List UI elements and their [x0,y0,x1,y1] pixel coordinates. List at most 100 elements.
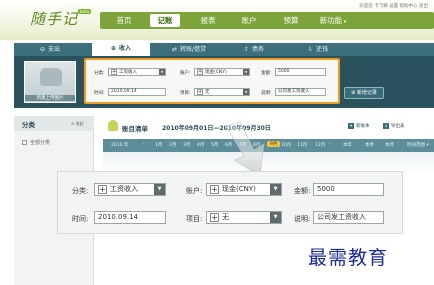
money-bag-icon [108,120,118,131]
all-categories-checkbox[interactable] [22,140,27,145]
plus-icon: + [210,213,219,222]
account-label: 账户: [186,187,203,195]
category-select-small[interactable]: + 工资收入 ▼ [108,68,166,76]
book-icon: + [348,123,354,129]
account-select[interactable]: + 现金(CNY) ▼ [206,183,282,196]
app-logo: 随手记 [30,10,79,28]
export-label: 导出表 [391,124,405,129]
plus-icon: + [197,69,203,75]
account-value: 现金(CNY) [222,185,256,193]
upload-image-label: 新建上传图片 [25,95,75,101]
month-item[interactable]: 11月 [297,142,307,148]
app-header: 随手记 beta 欢迎您 卡飞狮 设置 帮助中心 退出 首页 记账 报表 账户 预算 新功… [0,0,434,40]
tab-icon: ⊕ [110,45,116,52]
tab-item[interactable]: ⊕ 收入 [92,41,150,56]
tab-item[interactable]: ⊖ 支出 [22,43,78,56]
add-record-label: 新增记录 [356,90,377,96]
month-item[interactable]: 时间范围 ▾ [407,142,429,148]
project-label-small: 项目: [180,91,191,96]
highlight-box: 分类: + 工资收入 ▼ 账户: + 现金(CNY) ▼ 金额: 5000 时间: 20… [84,58,340,104]
project-select-small[interactable]: + 无 ▼ [194,88,250,96]
month-item[interactable]: › [329,142,331,147]
new-book-link[interactable]: + 新账本 [348,123,370,129]
account-value-small: 现金(CNY) [205,70,227,75]
tab-label: 收入 [119,45,132,52]
account-select-small[interactable]: + 现金(CNY) ▼ [194,68,250,76]
tab-label: 支出 [48,46,61,53]
category-value: 工资收入 [110,185,138,193]
category-label: 分类: [72,187,89,195]
tab-item[interactable]: ⇧ 债务 [228,43,280,56]
tab-icon: ⇄ [171,46,177,53]
export-link[interactable]: ↓ 导出表 [383,123,405,129]
export-icon: ↓ [383,123,389,129]
month-item[interactable]: 10月 [281,142,291,148]
all-categories-label: 全部分类 [30,140,51,146]
project-value: 无 [222,213,229,221]
chevron-down-icon: ▼ [154,184,165,195]
nav-item[interactable]: 账户 [236,14,262,27]
amount-label: 金额: [294,187,311,195]
note-label-small: 说明: [261,91,272,96]
new-book-label: 新账本 [356,124,370,129]
plus-icon: + [111,69,117,75]
beta-badge: beta [78,9,92,14]
time-label-small: 时间: [94,91,105,96]
plus-icon: + [197,89,203,95]
tab-item[interactable]: ⇩ 还钱 [292,43,344,56]
month-item[interactable]: 1月 [155,142,162,148]
note-input-small[interactable]: 公司发工资收入 [275,88,326,96]
tab-icon: ⇩ [307,46,313,53]
sidebar-header: 分类 ⊖ 收起 [14,116,94,131]
nav-item[interactable]: 报表 [195,14,221,27]
amount-input-small[interactable]: 5000 [275,68,326,76]
bag-icon [40,68,62,86]
watermark: 最需教育 [308,247,389,269]
month-item[interactable]: 12月 [315,142,325,148]
note-input[interactable]: 公司发工资收入 [313,211,384,224]
plus-icon: + [98,185,107,194]
month-item[interactable]: 2月 [169,142,176,148]
project-label: 项目: [186,215,203,223]
month-item[interactable]: 本年 [343,142,352,148]
collapse-toggle[interactable]: ⊖ 收起 [71,121,84,127]
chevron-down-icon: ▼ [270,212,281,223]
category-label-small: 分类: [94,71,105,76]
project-select[interactable]: + 无 ▼ [206,211,282,224]
nav-item[interactable]: 首页 [112,14,136,27]
project-value-small: 无 [205,90,210,95]
category-value-small: 工资收入 [119,70,137,75]
tab-label: 还钱 [316,46,329,53]
record-type-tabs: ⊖ 支出 ⊕ 收入 ⇄ 转账/借贷 ⇧ 债务 ⇩ 还钱 [14,41,434,56]
add-record-button[interactable]: ⊕ 新增记录 [344,87,384,99]
list-title: 账目清单 [122,125,148,133]
category-select[interactable]: + 工资收入 ▼ [94,183,166,196]
nav-item[interactable]: 记账 [150,14,180,27]
account-label-small: 账户: [180,71,191,76]
amount-input[interactable]: 5000 [313,183,384,196]
time-input[interactable]: 2010.09.14 [94,211,166,224]
month-item[interactable]: 2010 年 [111,142,128,148]
month-item[interactable]: 5月 [211,142,218,148]
plus-icon: + [210,185,219,194]
sidebar-title: 分类 [22,121,35,129]
month-item[interactable]: 本月 [385,142,394,148]
tab-label: 债务 [252,46,265,53]
upload-image-button[interactable]: 新建上传图片 [24,61,76,103]
time-input-small[interactable]: 2010.09.14 [108,88,166,96]
month-item[interactable]: 3月 [183,142,190,148]
amount-label-small: 金额: [261,71,272,76]
zoomed-entry-form: 分类: + 工资收入 ▼ 账户: + 现金(CNY) ▼ 金额: 5000 时间: 20… [57,171,403,234]
nav-item[interactable]: 预算 [278,14,304,27]
user-links[interactable]: 欢迎您 卡飞狮 设置 帮助中心 退出 [359,3,428,9]
tab-item[interactable]: ⇄ 转账/借贷 [160,43,218,56]
nav-item[interactable]: 新功能 ▾ [316,14,350,27]
chevron-down-icon: ▾ [342,19,347,25]
month-item[interactable]: 本季 [365,142,374,148]
month-item[interactable]: ‹ [143,142,145,147]
chevron-down-icon: ▼ [243,89,249,95]
time-label: 时间: [72,215,89,223]
chevron-down-icon: ▼ [159,69,165,75]
note-label: 说明: [294,215,311,223]
month-item[interactable]: 4月 [197,142,204,148]
